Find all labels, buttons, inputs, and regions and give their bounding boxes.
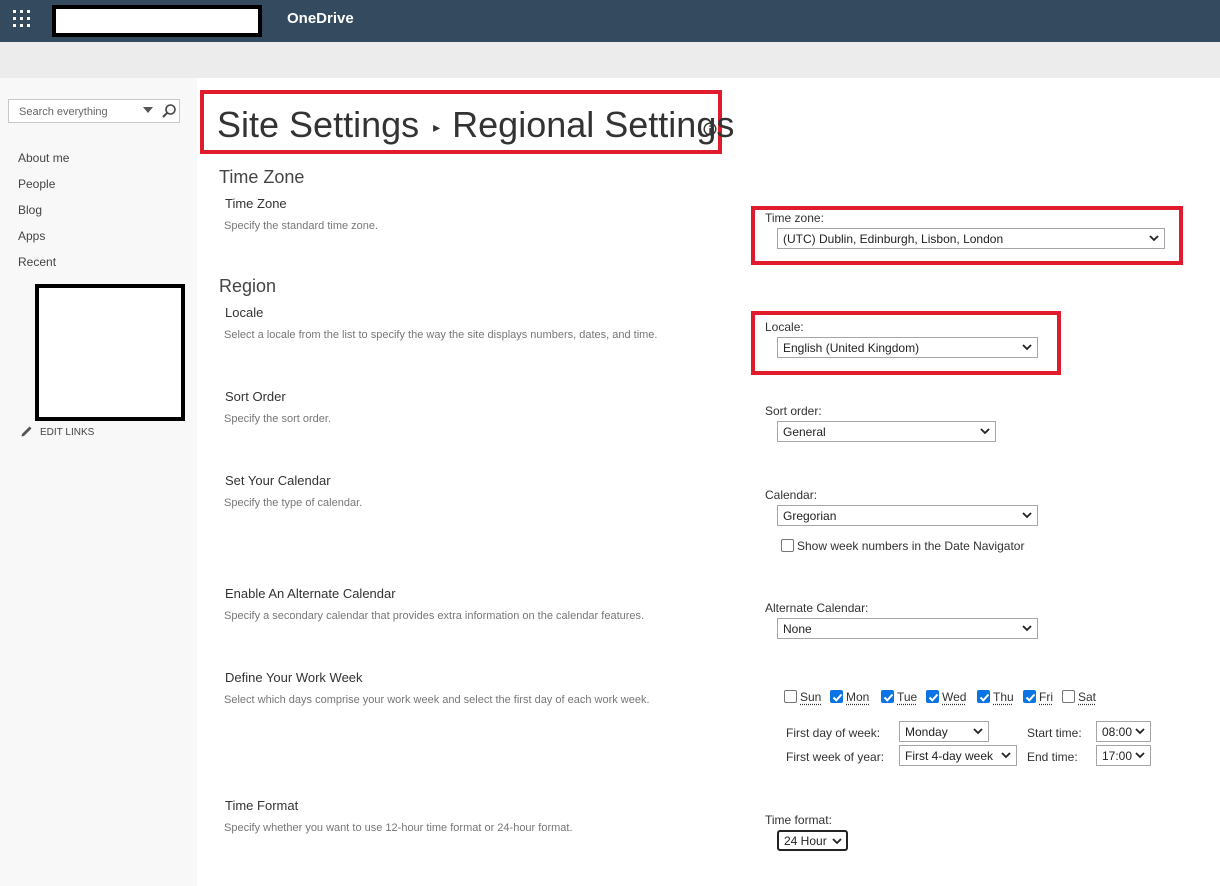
chevron-down-icon [980, 428, 990, 435]
field-title-alternate-calendar: Enable An Alternate Calendar [225, 586, 396, 601]
day-label-sat[interactable]: Sat [1078, 690, 1096, 704]
checkbox-sat[interactable] [1062, 690, 1075, 703]
sort-order-select[interactable]: General [777, 421, 996, 442]
field-title-time-format: Time Format [225, 798, 299, 813]
nav-link-people[interactable]: People [18, 177, 55, 191]
section-heading-time-zone: Time Zone [219, 167, 305, 187]
nav-link-recent[interactable]: Recent [18, 255, 56, 269]
chevron-down-icon [1135, 752, 1145, 759]
checkbox-mon[interactable] [830, 690, 843, 703]
page-title: Site Settings ▸ Regional Settings [217, 102, 734, 150]
field-title-sort-order: Sort Order [225, 389, 286, 404]
checkmark-icon [832, 693, 843, 702]
redacted-nav-content [35, 284, 185, 421]
ribbon-bar [0, 42, 1220, 78]
edit-links-label: EDIT LINKS [40, 427, 95, 438]
checkbox-tue[interactable] [881, 690, 894, 703]
field-description-work-week: Select which days comprise your work wee… [224, 694, 650, 706]
pencil-icon [21, 426, 32, 437]
chevron-down-icon [1001, 752, 1011, 759]
breadcrumb-separator-icon: ▸ [433, 119, 441, 136]
search-scope-dropdown-icon[interactable] [142, 104, 154, 116]
field-title-locale: Locale [225, 305, 264, 320]
checkbox-wed[interactable] [926, 690, 939, 703]
sort-order-value: General [783, 425, 826, 439]
day-label-fri[interactable]: Fri [1039, 690, 1053, 704]
field-description-calendar: Specify the type of calendar. [224, 497, 363, 509]
checkmark-icon [1025, 693, 1036, 702]
checkmark-icon [928, 693, 939, 702]
chevron-down-icon [973, 728, 983, 735]
search-input[interactable] [9, 100, 137, 122]
checkbox-fri[interactable] [1023, 690, 1036, 703]
field-title-work-week: Define Your Work Week [225, 670, 363, 685]
search-box [8, 99, 180, 123]
chevron-down-icon [1022, 512, 1032, 519]
field-title-calendar: Set Your Calendar [225, 473, 331, 488]
alternate-calendar-select[interactable]: None [777, 618, 1038, 639]
day-label-tue[interactable]: Tue [897, 690, 917, 704]
day-label-thu[interactable]: Thu [993, 690, 1014, 704]
field-description-time-zone: Specify the standard time zone. [224, 220, 379, 232]
calendar-select[interactable]: Gregorian [777, 505, 1038, 526]
time-zone-value: (UTC) Dublin, Edinburgh, Lisbon, London [783, 232, 1004, 246]
checkbox-sun[interactable] [784, 690, 797, 703]
nav-link-blog[interactable]: Blog [18, 203, 42, 217]
end-time-label: End time: [1027, 750, 1078, 764]
time-format-value: 24 Hour [784, 834, 827, 848]
breadcrumb-current: Regional Settings [452, 104, 735, 145]
alternate-calendar-value: None [783, 622, 812, 636]
checkmark-icon [979, 693, 990, 702]
locale-select[interactable]: English (United Kingdom) [777, 337, 1038, 358]
start-time-select[interactable]: 08:00 [1096, 721, 1151, 742]
first-day-of-week-label: First day of week: [786, 726, 881, 740]
time-zone-label: Time zone: [765, 211, 824, 225]
chevron-down-icon [832, 838, 842, 845]
first-day-of-week-select[interactable]: Monday [899, 721, 989, 742]
chevron-down-icon [1149, 235, 1159, 242]
alternate-calendar-label: Alternate Calendar: [765, 601, 869, 615]
info-icon[interactable] [703, 122, 717, 136]
first-week-of-year-label: First week of year: [786, 750, 885, 764]
section-heading-region: Region [219, 276, 277, 296]
start-time-label: Start time: [1027, 726, 1082, 740]
field-title-time-zone: Time Zone [225, 196, 287, 211]
calendar-value: Gregorian [783, 509, 837, 523]
locale-label: Locale: [765, 320, 804, 334]
show-week-numbers-label[interactable]: Show week numbers in the Date Navigator [797, 539, 1024, 553]
time-format-select[interactable]: 24 Hour [777, 830, 848, 851]
left-navigation [0, 78, 197, 886]
day-label-sun[interactable]: Sun [800, 690, 821, 704]
field-description-alternate-calendar: Specify a secondary calendar that provid… [224, 610, 645, 622]
field-description-sort-order: Specify the sort order. [224, 413, 331, 425]
time-zone-select[interactable]: (UTC) Dublin, Edinburgh, Lisbon, London [777, 228, 1165, 249]
nav-link-about-me[interactable]: About me [18, 151, 69, 165]
field-description-locale: Select a locale from the list to specify… [224, 329, 658, 341]
breadcrumb-parent[interactable]: Site Settings [217, 104, 419, 145]
field-description-time-format: Specify whether you want to use 12-hour … [224, 822, 573, 834]
chevron-down-icon [1022, 625, 1032, 632]
checkmark-icon [883, 693, 894, 702]
end-time-select[interactable]: 17:00 [1096, 745, 1151, 766]
time-format-label: Time format: [765, 813, 832, 827]
app-name[interactable]: OneDrive [287, 10, 354, 27]
start-time-value: 08:00 [1102, 725, 1133, 739]
first-week-of-year-value: First 4-day week [905, 749, 994, 763]
sort-order-label: Sort order: [765, 404, 822, 418]
first-day-of-week-value: Monday [905, 725, 948, 739]
day-label-mon[interactable]: Mon [846, 690, 869, 704]
app-launcher-icon[interactable] [13, 10, 31, 28]
checkbox-thu[interactable] [977, 690, 990, 703]
calendar-label: Calendar: [765, 488, 818, 502]
show-week-numbers-checkbox[interactable] [781, 539, 794, 552]
nav-link-apps[interactable]: Apps [18, 229, 45, 243]
redacted-logo [52, 5, 262, 37]
chevron-down-icon [1022, 344, 1032, 351]
first-week-of-year-select[interactable]: First 4-day week [899, 745, 1017, 766]
locale-value: English (United Kingdom) [783, 341, 920, 355]
chevron-down-icon [1135, 728, 1145, 735]
day-label-wed[interactable]: Wed [942, 690, 966, 704]
end-time-value: 17:00 [1102, 749, 1133, 763]
search-icon[interactable] [161, 103, 177, 119]
